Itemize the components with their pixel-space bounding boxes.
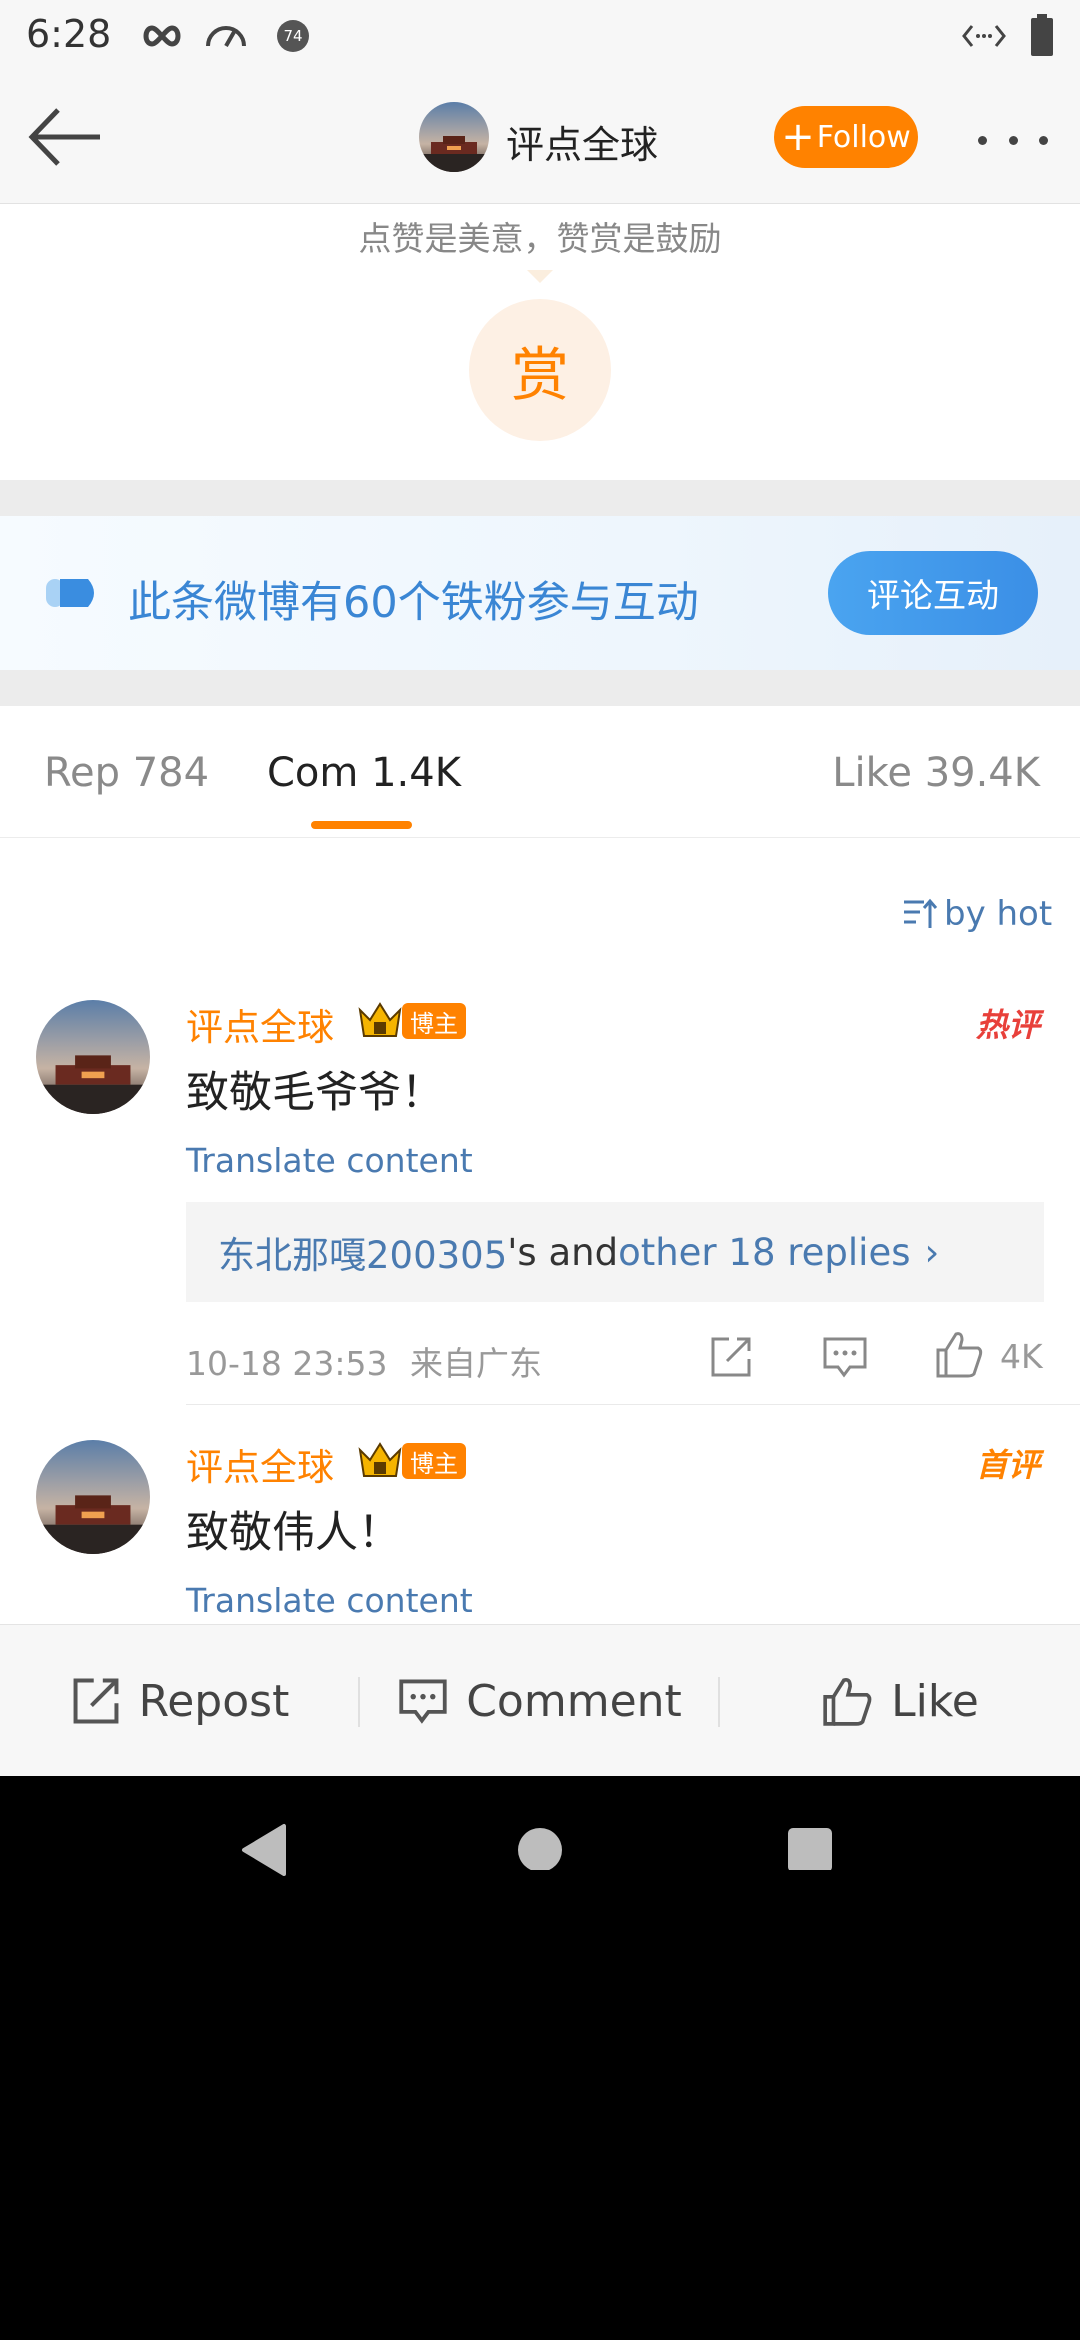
follow-label: Follow [816,119,911,155]
crown-icon [358,1002,402,1037]
reward-tip: 点赞是美意，赞赏是鼓励 [358,219,722,258]
sort-toggle[interactable]: by hot [902,894,1052,934]
active-tab-indicator [311,821,412,829]
top-nav-bar: 评点全球 + Follow [0,72,1080,204]
like-button[interactable]: Like [720,1625,1080,1776]
status-time: 6:28 [26,12,112,56]
section-divider [0,480,1080,516]
sort-icon [904,898,938,928]
translate-link[interactable]: Translate content [186,1141,473,1180]
repost-icon [73,1678,119,1724]
infinity-icon [143,25,181,47]
blogger-badge: 博主 [402,1443,466,1479]
plus-icon: + [781,114,815,160]
badge-number: 74 [283,27,303,45]
blogger-badge: 博主 [402,1003,466,1039]
reward-tip-pointer [527,270,553,283]
comment-icon[interactable] [822,1335,868,1379]
sort-label: by hot [944,894,1053,934]
header-avatar[interactable] [419,102,489,172]
comment-button[interactable]: Comment [360,1625,720,1776]
chevron-right-icon: › [924,1230,940,1274]
section-divider [0,670,1080,706]
fans-banner: 此条微博有60个铁粉参与互动 评论互动 [0,516,1080,670]
back-arrow-icon[interactable] [26,102,106,172]
fans-play-icon [46,579,94,607]
comment-text: 致敬伟人！ [186,1508,401,1558]
tab-reposts[interactable]: Rep 784 [44,750,209,796]
comment-icon [399,1679,447,1724]
comment-location: 来自广东 [409,1344,542,1383]
more-options-icon[interactable] [978,130,1048,150]
nav-home-icon[interactable] [516,1822,564,1870]
comment-meta: 10-18 23:53 来自广东 [186,1337,542,1385]
nav-back-icon[interactable] [240,1822,290,1878]
comment-text: 致敬毛爷爷！ [186,1068,444,1118]
tab-comments[interactable]: Com 1.4K [267,750,461,796]
avatar[interactable] [36,1440,150,1554]
tab-likes[interactable]: Like 39.4K [832,750,1040,796]
reply-user[interactable]: 东北那嘎200305 [218,1225,507,1279]
comment-divider [186,1404,1080,1405]
screen: 6:28 74 评点全球 + Follow 点赞是美意，赞赏是鼓励 赏 此条微博… [0,0,1080,1776]
translate-link[interactable]: Translate content [186,1581,473,1620]
code-icon [962,25,1006,47]
post-stats-tabs: Rep 784 Com 1.4K Like 39.4K [0,706,1080,838]
badge-74-icon: 74 [277,20,309,52]
like-thumb-icon[interactable] [934,1330,984,1378]
follow-button[interactable]: + Follow [774,106,918,168]
replies-preview[interactable]: 东北那嘎200305's and other 18 replies › [186,1202,1044,1302]
battery-icon [1031,14,1053,56]
first-comment-tag: 首评 [975,1446,1040,1484]
like-label: Like [891,1675,979,1727]
replies-connector: 's and [507,1230,619,1274]
header-title: 评点全球 [506,123,659,167]
reward-button[interactable]: 赏 [469,299,611,441]
nav-recents-icon[interactable] [786,1822,834,1870]
bottom-action-bar: Repost Comment Like [0,1624,1080,1776]
share-icon[interactable] [709,1335,753,1379]
comment-time: 10-18 23:53 [186,1344,388,1383]
like-count: 4K [1000,1337,1043,1376]
avatar[interactable] [36,1000,150,1114]
more-replies-link[interactable]: other 18 replies [618,1231,910,1274]
status-bar: 6:28 74 [0,0,1080,72]
repost-button[interactable]: Repost [0,1625,360,1776]
fans-banner-text: 此条微博有60个铁粉参与互动 [128,578,699,628]
comment-interact-button[interactable]: 评论互动 [828,551,1038,635]
repost-label: Repost [138,1675,290,1727]
comment-author[interactable]: 评点全球 [186,997,334,1051]
comment-author[interactable]: 评点全球 [186,1437,334,1491]
hot-comment-tag: 热评 [975,1006,1040,1044]
speedometer-icon [206,26,246,47]
crown-icon [358,1442,402,1477]
system-navigation-bar [0,1776,1080,1920]
like-thumb-icon [823,1677,872,1726]
comment-label: Comment [466,1675,682,1727]
